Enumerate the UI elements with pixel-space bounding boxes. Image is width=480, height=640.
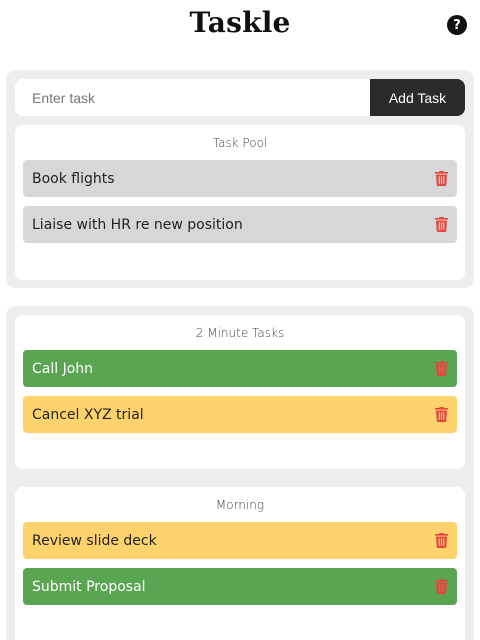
trash-icon[interactable] [434,533,448,548]
task-item[interactable]: Book flights [23,160,457,197]
add-task-button[interactable]: Add Task [370,79,465,116]
task-pool-card: Task Pool Book flights Liaise with HR re… [15,125,465,280]
app-title: Taskle [189,6,291,39]
task-item[interactable]: Cancel XYZ trial [23,396,457,433]
task-input[interactable] [15,79,370,116]
add-task-form: Add Task [15,79,465,116]
task-label: Submit Proposal [32,578,146,595]
taskle-app: Taskle ? Add Task Task Pool Book flights… [0,0,480,640]
task-item[interactable]: Review slide deck [23,522,457,559]
group-title: 2 Minute Tasks [195,326,285,340]
schedule-panel: 2 Minute Tasks Call John Cancel XYZ tria… [6,306,474,640]
morning-card: Morning Review slide deck Submit Proposa… [15,487,465,640]
task-pool-panel: Add Task Task Pool Book flights Liaise w… [6,70,474,288]
task-label: Cancel XYZ trial [32,406,144,423]
trash-icon[interactable] [434,171,448,186]
trash-icon[interactable] [434,361,448,376]
task-item[interactable]: Call John [23,350,457,387]
trash-icon[interactable] [434,217,448,232]
group-title: Task Pool [212,136,268,150]
task-label: Book flights [32,170,115,187]
group-title: Morning [215,498,265,512]
trash-icon[interactable] [434,579,448,594]
task-label: Liaise with HR re new position [32,216,243,233]
question-circle-icon: ? [453,17,461,33]
task-label: Call John [32,360,94,377]
help-button[interactable]: ? [447,15,467,35]
task-label: Review slide deck [32,532,157,549]
app-header: Taskle ? [0,0,480,52]
task-item[interactable]: Submit Proposal [23,568,457,605]
task-item[interactable]: Liaise with HR re new position [23,206,457,243]
two-minute-tasks-card: 2 Minute Tasks Call John Cancel XYZ tria… [15,315,465,469]
trash-icon[interactable] [434,407,448,422]
